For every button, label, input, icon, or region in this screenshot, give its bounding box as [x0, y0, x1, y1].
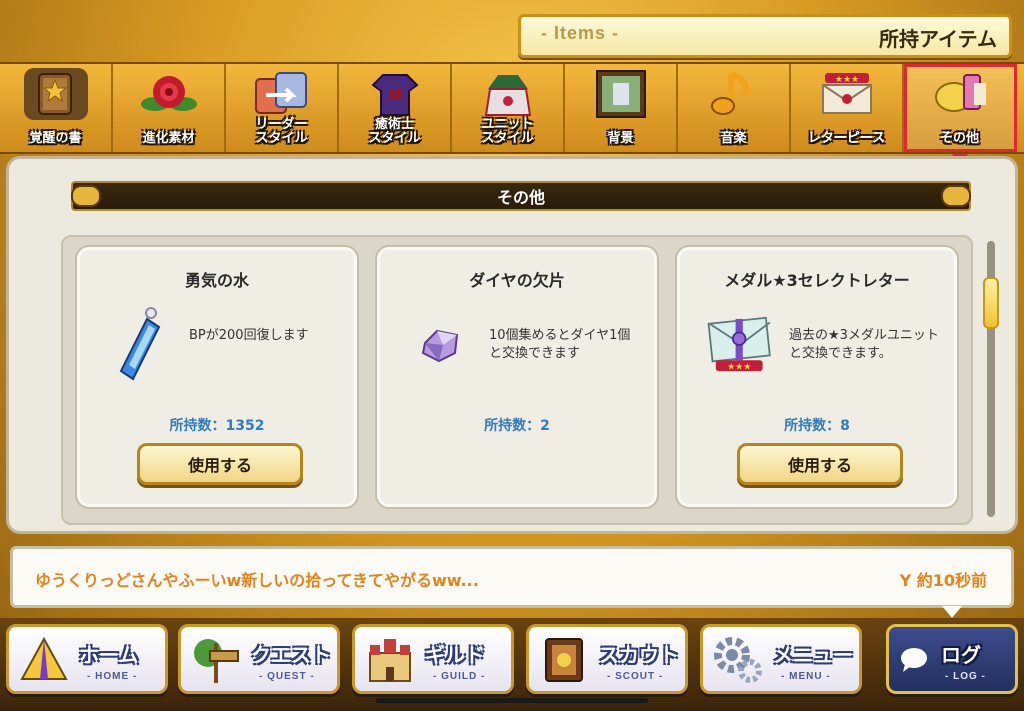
nav-quest-button[interactable]: クエスト - QUEST - [178, 624, 340, 694]
other-items-icon [928, 68, 992, 120]
tab-label: レターピース [807, 131, 886, 146]
item-card: ダイヤの欠片 10個集めるとダイヤ1個と交換できます 所持数：2 [375, 245, 659, 509]
item-name: ダイヤの欠片 [469, 271, 565, 290]
item-name: メダル★3セレクトレター [724, 271, 910, 290]
item-count: 所持数：8 [784, 418, 850, 434]
item-description: BPが200回復します [189, 328, 309, 343]
tab-other[interactable]: その他 [904, 64, 1017, 152]
tab-label: リーダー スタイル [255, 117, 308, 146]
chat-timestamp: Y 約10秒前 [899, 571, 987, 590]
select-letter-icon: ★★★ [705, 305, 777, 385]
svg-text:★★★: ★★★ [727, 362, 751, 372]
svg-text:★★★: ★★★ [834, 75, 858, 85]
chat-log-bar[interactable]: ゆうくりっどさんやふーいw新しいの拾ってきてやがるww... Y 約10秒前 [10, 546, 1014, 608]
signpost-icon [189, 633, 243, 687]
item-count: 所持数：2 [484, 418, 550, 434]
tab-healer-style[interactable]: 癒術士 スタイル [339, 64, 452, 152]
item-card: メダル★3セレクトレター ★★★ 過去の★3メダルユニットと交換できます。 所持… [675, 245, 959, 509]
letter-icon: ★★★ [815, 68, 879, 120]
item-list[interactable]: 勇気の水 BPが200回復します 所持数：1352 使用する ダイヤの欠片 10… [61, 235, 973, 525]
nav-label: クエスト [251, 643, 331, 667]
tab-leader-style[interactable]: リーダー スタイル [226, 64, 339, 152]
nav-sublabel: - SCOUT - [607, 671, 664, 682]
tab-evolution-material[interactable]: 進化素材 [113, 64, 226, 152]
category-tabs: 覚醒の書 進化素材 リーダー スタイル 癒術士 スタイル ユニット スタイル 背… [0, 62, 1024, 154]
nav-label: メニュー [773, 643, 853, 667]
items-panel: その他 勇気の水 BPが200回復します 所持数：1352 使用する ダイヤの欠… [6, 156, 1018, 534]
tent-icon [17, 633, 71, 687]
item-name: 勇気の水 [184, 271, 249, 290]
tab-background[interactable]: 背景 [565, 64, 678, 152]
blue-potion-icon [105, 305, 177, 385]
nav-sublabel: - LOG - [945, 671, 986, 682]
ornament-icon [941, 185, 971, 207]
tab-letter-piece[interactable]: ★★★ レターピース [791, 64, 904, 152]
tab-label: 覚醒の書 [29, 131, 82, 146]
tab-label: 癒術士 スタイル [368, 117, 421, 146]
nav-menu-button[interactable]: メニュー - MENU - [700, 624, 862, 694]
nav-label: スカウト [599, 643, 679, 667]
nav-scout-button[interactable]: スカウト - SCOUT - [526, 624, 688, 694]
home-indicator [376, 698, 648, 703]
header-english-title: - Items - [541, 23, 620, 43]
nav-label: ログ [941, 643, 981, 667]
nav-guild-button[interactable]: ギルド - GUILD - [352, 624, 514, 694]
item-description: 過去の★3メダルユニットと交換できます。 [789, 328, 939, 361]
tab-label: 音楽 [720, 131, 747, 146]
section-title: その他 [496, 188, 545, 207]
nav-label: ギルド [425, 643, 485, 667]
game-screen: - Items - 所持アイテム 覚醒の書 進化素材 リーダー スタイル 癒術士… [0, 0, 1024, 711]
item-description: 10個集めるとダイヤ1個と交換できます [489, 328, 631, 361]
tab-label: その他 [939, 131, 979, 146]
item-card: 勇気の水 BPが200回復します 所持数：1352 使用する [75, 245, 359, 509]
tab-label: ユニット スタイル [481, 117, 534, 146]
tab-music[interactable]: 音楽 [678, 64, 791, 152]
tab-awakening-book[interactable]: 覚醒の書 [0, 64, 113, 152]
use-button[interactable]: 使用する [737, 443, 903, 485]
chat-bubble-icon [897, 633, 931, 687]
tab-label: 進化素材 [142, 131, 195, 146]
scrollbar-thumb[interactable] [983, 277, 999, 329]
music-note-icon [702, 68, 766, 120]
nav-sublabel: - QUEST - [259, 671, 315, 682]
rose-icon [137, 68, 201, 120]
nav-sublabel: - GUILD - [433, 671, 486, 682]
background-picture-icon [589, 68, 653, 120]
unit-outfit-icon [476, 68, 540, 120]
section-header: その他 [71, 181, 971, 211]
diamond-shard-icon [405, 305, 477, 385]
nav-sublabel: - HOME - [87, 671, 138, 682]
nav-sublabel: - MENU - [781, 671, 831, 682]
use-button[interactable]: 使用する [137, 443, 303, 485]
nav-home-button[interactable]: ホーム - HOME - [6, 624, 168, 694]
item-count: 所持数：1352 [169, 418, 265, 434]
header-title: 所持アイテム [879, 27, 997, 51]
scout-book-icon [537, 633, 591, 687]
gear-icon [711, 633, 765, 687]
chat-pointer [942, 606, 962, 618]
leader-style-icon [250, 68, 314, 120]
tab-label: 背景 [607, 131, 634, 146]
nav-log-button[interactable]: ログ - LOG - [886, 624, 1018, 694]
chat-message: ゆうくりっどさんやふーいw新しいの拾ってきてやがるww... [35, 571, 479, 590]
tab-unit-style[interactable]: ユニット スタイル [452, 64, 565, 152]
healer-outfit-icon [363, 68, 427, 120]
castle-icon [363, 633, 417, 687]
ornament-icon [71, 185, 101, 207]
book-icon [23, 68, 88, 120]
page-header: - Items - 所持アイテム [518, 14, 1012, 58]
nav-label: ホーム [79, 643, 139, 667]
